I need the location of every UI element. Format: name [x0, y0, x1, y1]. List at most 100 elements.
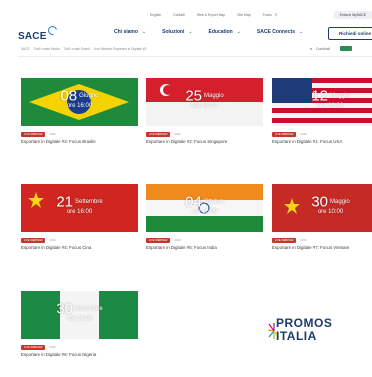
share-icon[interactable]: ⊲: [309, 47, 312, 51]
card-meta: LIVE WEBINAR 2020: [146, 238, 263, 243]
event-month: Maggio: [330, 198, 350, 205]
event-month: Giugno: [79, 92, 99, 99]
event-hour: ore 16:00: [66, 209, 93, 215]
utility-link-english[interactable]: English: [150, 13, 161, 17]
chevron-down-icon: ⌄: [188, 29, 193, 35]
event-day: 30: [56, 300, 73, 318]
webinar-thumbnail[interactable]: 12 Maggio ore 16:00: [272, 78, 372, 126]
nav-item-chi-siamo[interactable]: Chi siamo ⌄: [114, 29, 146, 35]
webinar-card[interactable]: 12 Maggio ore 16:00 LIVE WEBINAR 2020 Esporta…: [272, 78, 372, 144]
webinar-card[interactable]: 30 Maggio ore 10:00 LIVE WEBINAR 2020 Esporta…: [272, 184, 372, 250]
event-type-badge: LIVE WEBINAR: [21, 238, 46, 243]
webinar-title[interactable]: Esportare in Digitale #1: Focus USA: [272, 139, 372, 144]
nav-item-education[interactable]: Education ⌄: [209, 29, 241, 35]
share-label[interactable]: Condividi: [316, 47, 330, 51]
webinar-card[interactable]: 04 Ottobre ore 16:00 LIVE WEBINAR 2020 Esport…: [146, 184, 263, 250]
breadcrumb-item[interactable]: Tutti i nostri Eventi: [64, 47, 90, 51]
chevron-down-icon: ⌄: [298, 29, 304, 35]
event-month: Maggio: [330, 92, 350, 99]
utility-link-export-map[interactable]: Web & Export Map: [197, 13, 225, 17]
page: English Contatti Web & Export Map Site M…: [0, 0, 372, 377]
webinar-card[interactable]: 30 Novembre ore 16:00 LIVE WEBINAR 2020 Espor…: [21, 291, 138, 357]
event-hour: ore 16:00: [66, 316, 93, 322]
italia-word: ITALIA: [276, 329, 317, 343]
nav-label: Education: [208, 29, 233, 35]
utility-link-site-map[interactable]: Site Map: [237, 13, 250, 17]
event-type-badge: LIVE WEBINAR: [21, 132, 46, 137]
utility-link-contacts[interactable]: Contatti: [173, 13, 185, 17]
webinar-thumbnail[interactable]: 30 Maggio ore 10:00: [272, 184, 372, 232]
webinar-thumbnail[interactable]: 25 Maggio ore 16:00: [146, 78, 263, 126]
card-meta: LIVE WEBINAR 2020: [272, 238, 372, 243]
event-type-badge: LIVE WEBINAR: [272, 132, 297, 137]
card-meta: LIVE WEBINAR 2020: [146, 132, 263, 137]
event-hour: ore 16:00: [66, 103, 93, 109]
webinar-title[interactable]: Esportare in Digitale #7: Focus Vietnam: [272, 245, 372, 250]
nav-label: Chi siamo: [114, 29, 138, 35]
event-date: 21 Settembre ore 16:00: [21, 193, 138, 215]
card-meta: LIVE WEBINAR 2020: [21, 238, 138, 243]
event-day: 21: [56, 193, 73, 211]
divider: [18, 56, 372, 57]
event-type-badge: LIVE WEBINAR: [272, 238, 297, 243]
event-day: 04: [185, 193, 202, 211]
mysace-login-button[interactable]: Entra in MySACE: [333, 11, 372, 19]
webinar-title[interactable]: Esportare in Digitale #4: Focus Cina: [21, 245, 138, 250]
event-hour: ore 16:00: [191, 209, 218, 215]
promos-italia-logo: PROMOS ITALIA: [268, 316, 358, 350]
event-hour: ore 16:00: [317, 103, 344, 109]
event-month: Ottobre: [203, 198, 224, 205]
utility-link-focus[interactable]: Focus: [263, 13, 272, 17]
webinar-thumbnail[interactable]: 08 Giugno ore 16:00: [21, 78, 138, 126]
card-meta: LIVE WEBINAR 2020: [21, 132, 138, 137]
breadcrumb-item[interactable]: SACE: [21, 47, 30, 51]
chevron-down-icon: ⌄: [141, 29, 147, 35]
webinar-card[interactable]: 21 Settembre ore 16:00 LIVE WEBINAR 2020 Espo…: [21, 184, 138, 250]
event-year: 2020: [174, 132, 181, 137]
search-box[interactable]: Focus ⚲: [263, 13, 278, 17]
breadcrumb: SACE Tutti i nostri Media Tutti i nostri…: [21, 47, 146, 51]
card-meta: LIVE WEBINAR 2020: [21, 345, 138, 350]
event-month: Maggio: [204, 92, 224, 99]
event-hour: ore 10:00: [317, 209, 344, 215]
request-online-button[interactable]: Richiedi online: [327, 27, 372, 40]
event-type-badge: LIVE WEBINAR: [146, 238, 171, 243]
webinar-title[interactable]: Esportare in Digitale #5: Focus India: [146, 245, 263, 250]
breadcrumb-item-current: Live Webinar Esportare in Digitale #3: [93, 47, 147, 51]
webinar-thumbnail[interactable]: 04 Ottobre ore 16:00: [146, 184, 263, 232]
nav-item-soluzioni[interactable]: Soluzioni ⌄: [162, 29, 192, 35]
main-header: SACE Chi siamo ⌄ Soluzioni ⌄ Education ⌄ SA…: [0, 24, 372, 44]
share-bar: ⊲ Condividi: [309, 46, 352, 51]
event-type-badge: LIVE WEBINAR: [21, 345, 46, 350]
event-date: 30 Novembre ore 16:00: [21, 300, 138, 322]
promos-word: PROMOS: [276, 316, 333, 330]
main-nav: Chi siamo ⌄ Soluzioni ⌄ Education ⌄ SACE Co…: [114, 29, 303, 35]
breadcrumb-item[interactable]: Tutti i nostri Media: [34, 47, 60, 51]
webinar-card[interactable]: 25 Maggio ore 16:00 LIVE WEBINAR 2020 Esporta…: [146, 78, 263, 144]
webinar-thumbnail[interactable]: 30 Novembre ore 16:00: [21, 291, 138, 339]
event-day: 08: [60, 87, 78, 105]
webinar-thumbnail[interactable]: 21 Settembre ore 16:00: [21, 184, 138, 232]
event-type-badge: LIVE WEBINAR: [146, 132, 171, 137]
utility-bar: English Contatti Web & Export Map Site M…: [150, 10, 372, 20]
webinar-title[interactable]: Esportare in Digitale #3: Focus Brasile: [21, 139, 138, 144]
brand-name: SACE: [18, 31, 47, 42]
nav-label: Soluzioni: [162, 29, 185, 35]
event-date: 12 Maggio ore 16:00: [272, 87, 372, 109]
event-day: 12: [311, 87, 328, 105]
nav-label: SACE Connects: [256, 29, 295, 35]
event-year: 2020: [300, 238, 307, 243]
webinar-card[interactable]: 08 Giugno ore 16:00 LIVE WEBINAR 2020 Esporta…: [21, 78, 138, 144]
event-date: 04 Ottobre ore 16:00: [146, 193, 263, 215]
chevron-down-icon: ⌄: [236, 29, 241, 35]
event-year: 2020: [174, 238, 181, 243]
event-hour: ore 16:00: [191, 103, 218, 109]
webinar-title[interactable]: Esportare in Digitale #6: Focus Nigeria: [21, 352, 138, 357]
event-year: 2020: [300, 132, 307, 137]
search-icon[interactable]: ⚲: [275, 13, 277, 17]
webinar-title[interactable]: Esportare in Digitale #2: Focus Singapor…: [146, 139, 263, 144]
download-button[interactable]: [340, 46, 352, 51]
nav-item-sace-connects[interactable]: SACE Connects ⌄: [257, 29, 303, 35]
event-year: 2020: [49, 345, 56, 350]
event-date: 25 Maggio ore 16:00: [146, 87, 263, 109]
